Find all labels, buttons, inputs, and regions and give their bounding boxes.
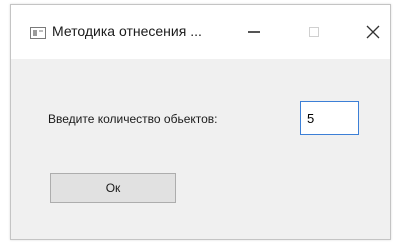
object-count-label: Введите количество обьектов: [48,112,218,126]
window-app-icon [30,27,46,39]
window-title: Методика отнесения ... [52,23,202,39]
dialog-content: Введите количество обьектов: Ок [11,59,390,239]
minimize-icon [248,31,260,33]
ok-button[interactable]: Ок [50,173,176,203]
close-icon [366,25,380,39]
maximize-button [297,15,331,49]
dialog-window: Методика отнесения ... Введите количеств… [10,4,391,240]
minimize-button[interactable] [237,15,271,49]
title-bar[interactable]: Методика отнесения ... [11,5,390,59]
close-button[interactable] [356,15,390,49]
maximize-icon [309,27,319,37]
object-count-input[interactable] [300,101,359,135]
